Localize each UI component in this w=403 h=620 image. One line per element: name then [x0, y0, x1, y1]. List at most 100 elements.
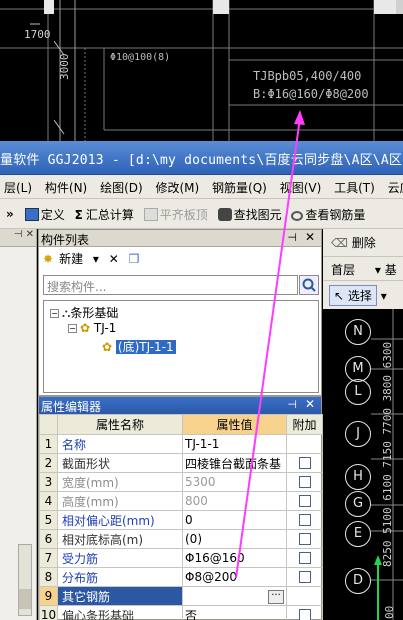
attach-checkbox[interactable]	[298, 533, 311, 545]
drawing-area-panel: ⌫ 删除 首层 ▾ 基 ↖ 选择 ▾ N M L J H G E D 8250 …	[323, 229, 403, 620]
copy-component-icon[interactable]: ❐	[129, 252, 140, 266]
delete-icon: ⌫	[331, 236, 348, 250]
table-row[interactable]: 4 高度(mm) 800	[39, 491, 323, 511]
axis-label: J	[345, 421, 371, 447]
cad-dim-left: 1700	[24, 28, 51, 41]
cad-annotation-line1: TJBpb05,400/400	[253, 69, 362, 83]
axis-label: E	[345, 521, 371, 547]
menu-modify[interactable]: 修改(M)	[152, 175, 205, 196]
define-button[interactable]: 定义	[22, 206, 68, 223]
table-row[interactable]: 8 分布筋 Φ8@200	[39, 567, 323, 587]
property-editor-header: 属性编辑器 ⊣ ✕	[39, 397, 321, 414]
col-header-value: 属性值	[182, 414, 287, 435]
close-icon[interactable]: ✕	[305, 230, 315, 244]
gear-icon: ✿	[102, 340, 113, 354]
select-toolbar: ↖ 选择 ▾	[323, 281, 403, 309]
component-list-header: 构件列表 ⊣ ✕	[39, 230, 321, 247]
left-dock-panel: ⊣ ✕	[0, 229, 37, 620]
attach-checkbox[interactable]	[298, 552, 311, 564]
cad-rebar-label: Φ10@100(8)	[110, 52, 171, 63]
close-icon[interactable]: ✕	[305, 397, 315, 411]
menu-component[interactable]: 构件(N)	[41, 175, 92, 196]
menu-bar: 层(L) 构件(N) 绘图(D) 修改(M) 钢筋量(Q) 视图(V) 工具(T…	[0, 175, 403, 199]
binoculars-icon	[217, 208, 232, 221]
table-row[interactable]: 1 名称 TJ-1-1	[39, 434, 323, 454]
attach-checkbox[interactable]	[298, 495, 311, 507]
delete-component-icon[interactable]: ✕	[109, 252, 119, 266]
component-list-toolbar: ✸ 新建 ▾ ✕ ❐	[39, 247, 321, 271]
menu-view[interactable]: 视图(V)	[276, 175, 327, 196]
left-scrollbar-thumb[interactable]	[19, 589, 31, 609]
axis-label: L	[345, 379, 371, 405]
table-row[interactable]: 7 受力筋 Φ16@160	[39, 548, 323, 568]
tree-node-root[interactable]: − ⛬条形基础	[50, 304, 118, 321]
property-table-header: 属性名称 属性值 附加	[39, 414, 323, 435]
component-search-input[interactable]: 搜索构件...	[43, 275, 298, 295]
attach-checkbox[interactable]	[298, 457, 311, 469]
axis-label: G	[345, 491, 371, 517]
delete-button[interactable]: ⌫ 删除	[331, 236, 376, 250]
axis-label: D	[345, 568, 371, 594]
collapse-icon[interactable]: −	[50, 309, 59, 318]
attach-checkbox[interactable]	[298, 571, 311, 583]
menu-tools[interactable]: 工具(T)	[330, 175, 380, 196]
property-table: 属性名称 属性值 附加 1 名称 TJ-1-1 2 截面形状 四棱锥台截面条基 …	[39, 414, 323, 620]
collapse-icon[interactable]: −	[68, 324, 77, 333]
search-button[interactable]	[299, 275, 319, 295]
table-row[interactable]: 5 相对偏心距(mm) 0	[39, 510, 323, 530]
window-title: 量软件 GGJ2013 - [d:\my documents\百度云同步盘\A区…	[0, 153, 403, 168]
tree-node-leaf-label: (底)TJ-1-1	[115, 340, 176, 354]
table-row[interactable]: 10 偏心条形基础 否	[39, 605, 323, 620]
component-list-title: 构件列表	[41, 233, 90, 247]
attach-checkbox[interactable]	[298, 476, 311, 488]
chevron-down-icon[interactable]: ▾	[381, 289, 387, 303]
property-editor-title: 属性编辑器	[41, 400, 102, 414]
search-icon	[302, 278, 316, 292]
cad-canvas-top[interactable]: 1700 3000 Φ10@100(8) TJBpb05,400/400 B:Φ…	[0, 0, 403, 141]
menu-draw[interactable]: 绘图(D)	[96, 175, 148, 196]
pin-icon[interactable]: ⊣	[14, 229, 23, 240]
corner-cell	[39, 414, 58, 435]
axis-label: N	[345, 319, 371, 345]
select-button[interactable]: ↖ 选择	[329, 285, 377, 306]
toolbar-overflow-icon[interactable]: »	[6, 207, 18, 221]
menu-cloud[interactable]: 云应用(Y)	[384, 175, 403, 196]
component-list-panel: 构件列表 ⊣ ✕ ✸ 新建 ▾ ✕ ❐ 搜索构件... − ⛬条形基础 − ✿ TJ-…	[38, 229, 322, 396]
main-toolbar: » 定义 Σ 汇总计算 平齐板顶 查找图元 查看钢筋量	[0, 199, 403, 229]
pin-icon[interactable]: ⊣	[287, 231, 297, 244]
sigma-icon: Σ	[74, 208, 83, 222]
more-options-button[interactable]: ···	[268, 589, 284, 604]
property-editor-panel: 属性编辑器 ⊣ ✕ 属性名称 属性值 附加 1 名称 TJ-1-1 2 截面形状…	[38, 396, 323, 620]
vertical-dimension-text: 8250 5100 6100 7150 7700 3800 6300	[381, 341, 394, 567]
table-row[interactable]: 6 相对底标高(m) (0)	[39, 529, 323, 549]
pin-icon[interactable]: ⊣	[287, 398, 297, 411]
flush-icon	[143, 208, 158, 221]
summary-button[interactable]: Σ 汇总计算	[72, 206, 137, 223]
floor-selector[interactable]: 首层 ▾ 基	[323, 257, 403, 281]
find-element-button[interactable]: 查找图元	[215, 206, 285, 223]
cursor-icon: ↖	[334, 289, 345, 303]
table-row[interactable]: 2 截面形状 四棱锥台截面条基	[39, 453, 323, 473]
cad-annotation-line2: B:Φ16@160/Φ8@200	[253, 87, 369, 101]
flush-slab-top-button[interactable]: 平齐板顶	[141, 206, 211, 223]
close-icon[interactable]: ✕	[26, 229, 34, 240]
menu-layer[interactable]: 层(L)	[0, 175, 37, 196]
table-row[interactable]: 3 宽度(mm) 5300	[39, 472, 323, 492]
tree-node-child[interactable]: − ✿ TJ-1	[68, 321, 116, 335]
cad-dim-left2: 3000	[58, 53, 71, 81]
table-row-selected[interactable]: 9 其它钢筋 ···	[39, 586, 323, 606]
axis-label: H	[345, 464, 371, 490]
attach-checkbox[interactable]	[298, 514, 311, 526]
chevron-down-icon[interactable]: ▾	[375, 263, 381, 277]
window-title-bar[interactable]: 量软件 GGJ2013 - [d:\my documents\百度云同步盘\A区…	[0, 141, 403, 175]
vertical-dimension-bottom: 00	[383, 605, 396, 619]
new-component-button[interactable]: ✸ 新建 ▾	[43, 250, 99, 267]
view-rebar-button[interactable]: 查看钢筋量	[288, 206, 368, 223]
cad-canvas-right[interactable]: N M L J H G E D 8250 5100 6100 7150 7700…	[323, 309, 403, 620]
col-header-name: 属性名称	[57, 414, 183, 435]
glasses-icon	[291, 211, 304, 221]
menu-rebar-amount[interactable]: 钢筋量(Q)	[208, 175, 272, 196]
tree-node-leaf[interactable]: ✿ (底)TJ-1-1	[102, 338, 176, 355]
attach-checkbox[interactable]	[298, 609, 311, 620]
floor-select[interactable]: 首层	[331, 263, 355, 277]
